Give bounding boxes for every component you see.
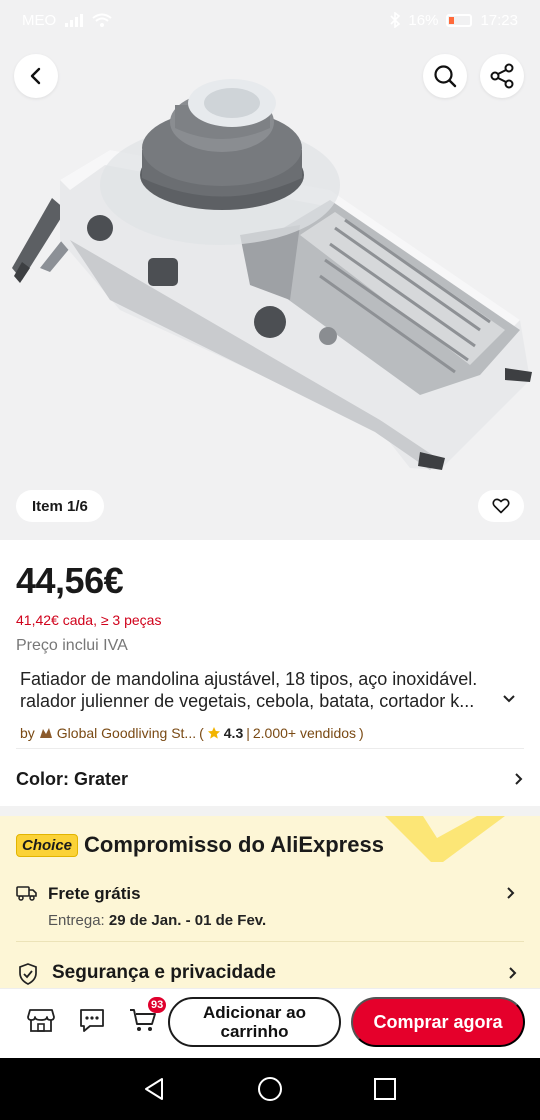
divider — [16, 941, 524, 942]
battery-percent: 16% — [408, 11, 439, 29]
free-shipping-label: Frete grátis — [48, 884, 141, 903]
clock: 17:23 — [480, 11, 518, 29]
buy-now-button[interactable]: Comprar agora — [351, 997, 525, 1047]
chevron-right-icon — [509, 967, 517, 979]
section-separator — [0, 806, 540, 816]
delivery-dates: 29 de Jan. - 01 de Fev. — [108, 912, 267, 929]
bulk-price: 41,42€ cada, ≥ 3 peças — [16, 612, 162, 628]
seller-prefix: by — [20, 725, 35, 741]
cart-count-badge: 93 — [148, 997, 167, 1013]
divider — [16, 748, 524, 749]
chevron-down-icon[interactable] — [502, 694, 516, 704]
tax-note: Preço inclui IVA — [16, 637, 128, 654]
bottom-action-bar: 93 Adicionar ao carrinho Comprar agora — [0, 988, 540, 1058]
shield-check-icon — [19, 963, 37, 985]
share-icon — [490, 63, 514, 89]
choice-commitment-section: Choice Compromisso do AliExpress Frete g… — [0, 816, 540, 988]
delivery-estimate: Entrega: 29 de Jan. - 01 de Fev. — [48, 912, 267, 929]
search-button[interactable] — [423, 54, 467, 98]
product-title[interactable]: Fatiador de mandolina ajustável, 18 tipo… — [20, 668, 520, 712]
share-button[interactable] — [480, 54, 524, 98]
product-title-line-1: Fatiador de mandolina ajustável, 18 tipo… — [20, 669, 478, 689]
store-logo-icon — [39, 728, 52, 738]
product-title-line-2: ralador julienner de vegetais, cebola, b… — [20, 691, 475, 711]
back-button[interactable] — [14, 54, 58, 98]
system-navigation-bar — [0, 1058, 540, 1120]
sold-count: 2.000+ vendidos — [252, 725, 357, 741]
wishlist-button[interactable] — [478, 490, 524, 522]
nav-home-icon[interactable] — [257, 1076, 283, 1102]
nav-back-icon[interactable] — [142, 1077, 166, 1101]
status-bar: MEO 16% 17:23 — [0, 0, 540, 40]
carrier-label: MEO — [22, 11, 57, 29]
image-counter: Item 1/6 — [16, 490, 104, 522]
star-icon — [207, 727, 220, 739]
rating-value: 4.3 — [223, 725, 244, 741]
search-icon — [434, 65, 457, 88]
choice-badge: Choice — [16, 833, 79, 857]
heart-icon — [492, 498, 510, 514]
color-selector[interactable]: Color: Grater — [16, 766, 524, 792]
chevron-right-icon — [507, 887, 515, 899]
truck-icon — [16, 886, 37, 901]
chat-icon[interactable] — [78, 1007, 106, 1033]
security-label: Segurança e privacidade — [52, 962, 276, 983]
nav-recents-icon[interactable] — [373, 1077, 397, 1101]
signal-icon — [65, 14, 84, 27]
color-label: Color: Grater — [16, 768, 129, 789]
add-to-cart-button[interactable]: Adicionar ao carrinho — [168, 997, 341, 1047]
choice-header: Choice Compromisso do AliExpress — [16, 832, 384, 858]
bluetooth-icon — [390, 12, 401, 28]
store-icon[interactable] — [27, 1007, 55, 1033]
choice-check-decoration — [385, 816, 505, 862]
product-image-gallery[interactable]: MEO 16% 17:23 Item 1/6 — [0, 0, 540, 540]
battery-icon — [446, 13, 473, 27]
seller-name[interactable]: Global Goodliving St... — [57, 725, 196, 741]
wifi-icon — [92, 13, 112, 27]
choice-title: Compromisso do AliExpress — [84, 832, 384, 857]
chevron-right-icon — [515, 773, 523, 785]
back-icon — [30, 67, 41, 85]
seller-line[interactable]: by Global Goodliving St... ( 4.3 | 2.000… — [20, 725, 364, 741]
product-price: 44,56€ — [16, 560, 124, 601]
